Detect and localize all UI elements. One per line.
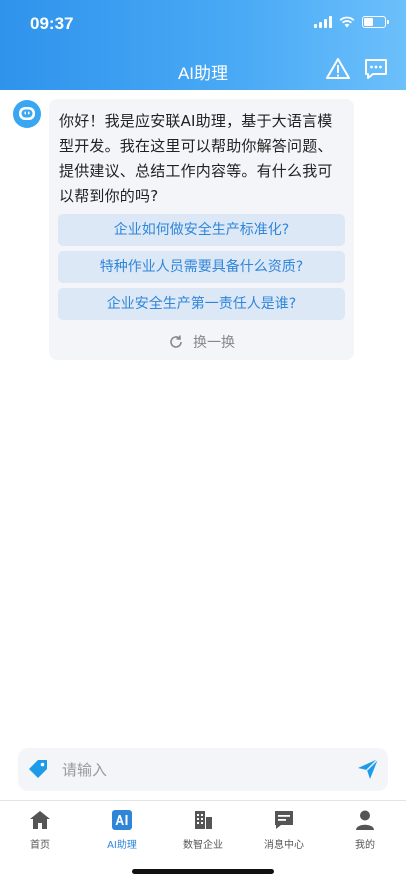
bot-message-text: 你好！我是应安联AI助理，基于大语言模型开发。我在这里可以帮助你解答问题、提供建…	[59, 112, 333, 205]
battery-icon	[362, 16, 389, 28]
app-header: 09:37 AI助理	[0, 0, 406, 90]
tab-label: AI助理	[107, 840, 137, 851]
message-input[interactable]	[62, 754, 342, 785]
tab-label: 数智企业	[183, 840, 223, 851]
suggestion-chip[interactable]: 特种作业人员需要具备什么资质?	[58, 251, 345, 283]
wifi-icon	[339, 16, 355, 28]
refresh-label: 换一换	[193, 335, 235, 351]
tab-message-center[interactable]: 消息中心	[244, 809, 324, 851]
tab-label: 我的	[355, 840, 375, 851]
bot-message-bubble: 你好！我是应安联AI助理，基于大语言模型开发。我在这里可以帮助你解答问题、提供建…	[49, 99, 354, 360]
robot-icon	[19, 107, 35, 120]
signal-icon	[314, 16, 332, 28]
suggestion-chip[interactable]: 企业安全生产第一责任人是谁?	[58, 288, 345, 320]
building-icon	[195, 811, 212, 829]
bot-avatar	[13, 100, 41, 128]
refresh-suggestions-button[interactable]: 换一换	[58, 332, 345, 352]
suggestion-chip[interactable]: 企业如何做安全生产标准化?	[58, 214, 345, 246]
tab-label: 消息中心	[264, 840, 304, 851]
send-icon[interactable]	[356, 757, 380, 781]
ai-icon	[112, 810, 132, 830]
warning-triangle-icon[interactable]	[325, 56, 351, 82]
tab-home[interactable]: 首页	[0, 809, 80, 851]
refresh-icon	[170, 335, 182, 348]
tab-label: 首页	[30, 840, 50, 851]
home-indicator	[132, 869, 274, 874]
chat-bubble-icon[interactable]	[363, 56, 389, 82]
tab-profile[interactable]: 我的	[325, 809, 405, 851]
tab-ai-assistant[interactable]: AI助理	[82, 809, 162, 851]
status-time: 09:37	[30, 14, 74, 33]
tag-icon[interactable]	[26, 757, 50, 781]
message-input-bar	[18, 748, 388, 791]
status-indicators	[314, 16, 389, 28]
tab-smart-enterprise[interactable]: 数智企业	[163, 809, 243, 851]
home-icon	[30, 811, 50, 829]
message-icon	[275, 811, 293, 829]
user-icon	[356, 810, 374, 830]
